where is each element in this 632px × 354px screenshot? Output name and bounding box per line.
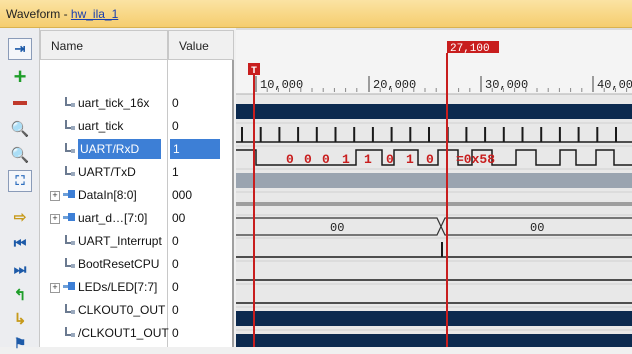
bit-signal-icon xyxy=(64,96,76,108)
signal-name: UART/RxD xyxy=(78,139,162,159)
bit-signal-icon xyxy=(64,119,76,131)
bit-signal-icon xyxy=(64,165,76,177)
rxd-bit-annotation: 0 xyxy=(286,152,294,167)
rxd-bit-annotation: 0 xyxy=(304,152,312,167)
goto-end-icon[interactable]: ⏭ xyxy=(8,258,32,280)
bus-signal-icon xyxy=(62,211,75,223)
rxd-hex-annotation: =0x58 xyxy=(456,152,495,167)
signal-name: uart_d…[7:0] xyxy=(78,211,148,225)
remove-icon[interactable] xyxy=(8,92,32,114)
rxd-bit-annotation: 1 xyxy=(364,152,372,167)
waveform-canvas[interactable]: 10,000 20,000 30,000 40,00 T 27,100 0 0 0 1 1 0 1 0 =0… xyxy=(236,28,632,347)
signal-value: 0 xyxy=(172,257,179,271)
bit-signal-icon xyxy=(64,326,76,338)
timeline-tick-label: 30,000 xyxy=(485,78,528,92)
bit-signal-icon xyxy=(64,303,76,315)
signal-row[interactable]: + LEDs/LED[7:7] 0 xyxy=(40,276,234,299)
signal-row[interactable]: + uart_d…[7:0] 00 xyxy=(40,207,234,230)
value-column-header[interactable]: Value xyxy=(168,30,234,60)
signal-value: 1 xyxy=(170,139,220,159)
signal-row[interactable]: uart_tick 0 xyxy=(40,115,234,138)
signal-value: 000 xyxy=(172,188,193,202)
signal-value: 1 xyxy=(172,165,179,179)
bit-signal-icon xyxy=(64,234,76,246)
rxd-bit-annotation: 0 xyxy=(386,152,394,167)
signal-value: 0 xyxy=(172,280,179,294)
expand-toggle-icon[interactable]: + xyxy=(50,283,60,293)
add-icon[interactable]: + xyxy=(8,64,32,89)
goto-start-icon[interactable]: ⏮ xyxy=(8,232,32,254)
zoom-out-icon[interactable]: 🔍 xyxy=(8,144,32,166)
signal-row[interactable]: uart_tick_16x 0 xyxy=(40,92,234,115)
bus-signal-icon xyxy=(62,280,75,292)
signal-name: UART_Interrupt xyxy=(78,234,162,248)
waveform-toolbar: ⇥ + 🔍 🔍 ⛶ ⇨ ⏮ ⏭ ↰ ↳ ⚑ xyxy=(0,28,40,351)
signal-row[interactable]: UART/RxD 1 xyxy=(40,138,234,161)
name-column-header[interactable]: Name xyxy=(40,30,168,60)
zoom-fit-icon[interactable]: ⛶ xyxy=(8,170,32,192)
signal-row[interactable]: /CLKOUT1_OUT 0 xyxy=(40,322,234,345)
signal-value: 0 xyxy=(172,96,179,110)
bit-signal-icon xyxy=(64,257,76,269)
trace-clkout1 xyxy=(236,334,632,347)
goto-cursor-icon[interactable]: ⇨ xyxy=(8,206,32,228)
signal-name: UART/TxD xyxy=(78,165,136,179)
rxd-bit-annotation: 1 xyxy=(342,152,350,167)
name-column-label: Name xyxy=(51,39,84,53)
signal-row[interactable]: BootResetCPU 0 xyxy=(40,253,234,276)
timeline-tick-label: 10,000 xyxy=(260,78,303,92)
rxd-bit-annotation: 0 xyxy=(322,152,330,167)
next-transition-icon[interactable]: ↳ xyxy=(8,308,32,330)
rxd-bit-annotation: 1 xyxy=(406,152,414,167)
expand-toggle-icon[interactable]: + xyxy=(50,191,60,201)
signal-row[interactable]: + DataIn[8:0] 000 xyxy=(40,184,234,207)
signal-row[interactable]: CLKOUT0_OUT 0 xyxy=(40,299,234,322)
bus-value-right: 00 xyxy=(530,221,544,235)
signal-value: 00 xyxy=(172,211,186,225)
window-title: Waveform - hw_ila_1 xyxy=(6,7,118,21)
signal-name: /CLKOUT1_OUT xyxy=(78,326,169,340)
signal-name: DataIn[8:0] xyxy=(78,188,137,202)
trace-uart-tick-16x xyxy=(236,104,632,119)
bus-signal-icon xyxy=(62,188,75,200)
timeline-top-edge xyxy=(236,28,632,30)
trace-uart-rxd xyxy=(236,149,632,166)
value-column-label: Value xyxy=(179,39,209,53)
expand-toggle-icon[interactable]: + xyxy=(50,214,60,224)
add-marker-icon[interactable]: ⚑ xyxy=(8,332,32,354)
signal-value: 0 xyxy=(172,303,179,317)
timeline-tick-label: 20,000 xyxy=(373,78,416,92)
previous-transition-icon[interactable]: ↰ xyxy=(8,284,32,306)
sidebar-toggle-icon[interactable]: ⇥ xyxy=(8,38,32,60)
trace-clkout0 xyxy=(236,311,632,326)
signal-name: LEDs/LED[7:7] xyxy=(78,280,158,294)
waveform-title-bar: Waveform - hw_ila_1 xyxy=(0,0,632,28)
zoom-in-icon[interactable]: 🔍 xyxy=(8,118,32,140)
signal-value: 0 xyxy=(172,326,179,340)
signal-value: 0 xyxy=(172,119,179,133)
signal-name: uart_tick xyxy=(78,119,124,133)
bus-value-left: 00 xyxy=(330,221,344,235)
signal-row[interactable]: UART/TxD 1 xyxy=(40,161,234,184)
waveform-svg[interactable]: 10,000 20,000 30,000 40,00T27,1000 0 0 1 1 0 1 0 =0… xyxy=(236,28,632,347)
cursor-time-label: 27,100 xyxy=(450,43,490,55)
window-title-prefix: Waveform - xyxy=(6,7,71,21)
signal-name: uart_tick_16x xyxy=(78,96,150,110)
signal-name: CLKOUT0_OUT xyxy=(78,303,166,317)
bit-signal-icon xyxy=(64,142,76,154)
signal-row[interactable]: UART_Interrupt 0 xyxy=(40,230,234,253)
signal-value: 0 xyxy=(172,234,179,248)
window-title-link[interactable]: hw_ila_1 xyxy=(71,7,118,21)
trace-uart-txd xyxy=(236,173,632,188)
signal-name: BootResetCPU xyxy=(78,257,160,271)
rxd-bit-annotation: 0 xyxy=(426,152,434,167)
